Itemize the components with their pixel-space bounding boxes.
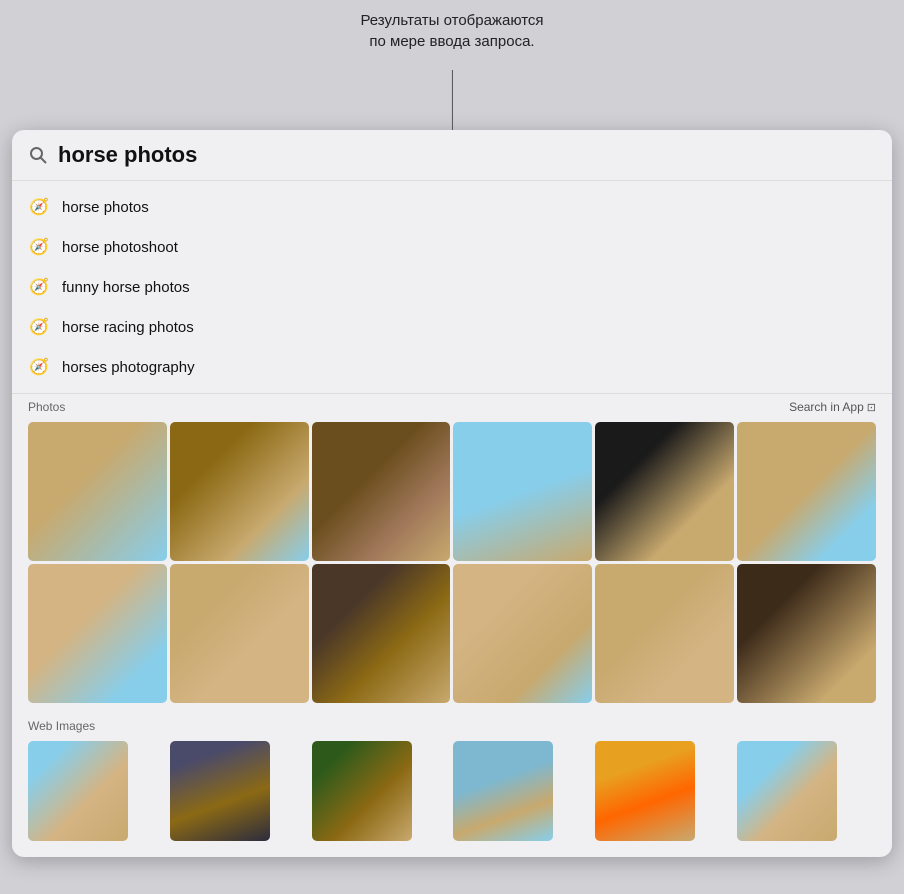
photo-thumb[interactable]	[170, 422, 309, 561]
photos-grid	[12, 418, 892, 713]
photo-thumb[interactable]	[595, 422, 734, 561]
suggestion-text: funny horse photos	[62, 279, 190, 296]
web-images-grid	[12, 737, 892, 857]
web-image-thumb[interactable]	[453, 741, 553, 841]
safari-icon: 🧭	[28, 236, 50, 258]
tooltip: Результаты отображаются по мере ввода за…	[360, 10, 543, 52]
suggestions-list: 🧭 horse photos 🧭 horse photoshoot 🧭 funn…	[12, 181, 892, 394]
web-image-thumb[interactable]	[737, 741, 837, 841]
safari-icon: 🧭	[28, 196, 50, 218]
photo-thumb[interactable]	[737, 422, 876, 561]
photo-thumb[interactable]	[312, 564, 451, 703]
search-icon	[28, 145, 48, 165]
suggestion-item[interactable]: 🧭 horse photos	[12, 187, 892, 227]
web-image-thumb[interactable]	[595, 741, 695, 841]
photo-thumb[interactable]	[737, 564, 876, 703]
safari-icon: 🧭	[28, 276, 50, 298]
tooltip-line1: Результаты отображаются	[360, 10, 543, 31]
suggestion-item[interactable]: 🧭 horse racing photos	[12, 307, 892, 347]
search-query[interactable]: horse photos	[58, 142, 876, 168]
web-images-section-header: Web Images	[12, 713, 892, 737]
tooltip-arrow	[452, 70, 453, 130]
suggestion-item[interactable]: 🧭 horses photography	[12, 347, 892, 387]
web-image-thumb[interactable]	[170, 741, 270, 841]
photo-thumb[interactable]	[453, 564, 592, 703]
safari-icon: 🧭	[28, 316, 50, 338]
search-in-app-button[interactable]: Search in App	[789, 400, 876, 414]
search-panel: horse photos 🧭 horse photos 🧭 horse phot…	[12, 130, 892, 857]
suggestion-text: horse photoshoot	[62, 239, 178, 256]
photos-section-title: Photos	[28, 400, 65, 414]
suggestion-text: horses photography	[62, 359, 195, 376]
photo-thumb[interactable]	[453, 422, 592, 561]
suggestion-text: horse racing photos	[62, 319, 194, 336]
safari-icon: 🧭	[28, 356, 50, 378]
tooltip-line2: по мере ввода запроса.	[360, 31, 543, 52]
web-image-thumb[interactable]	[312, 741, 412, 841]
photo-thumb[interactable]	[595, 564, 734, 703]
web-image-thumb[interactable]	[28, 741, 128, 841]
photos-section-header: Photos Search in App	[12, 394, 892, 418]
search-bar: horse photos	[12, 130, 892, 181]
photo-thumb[interactable]	[28, 422, 167, 561]
photo-thumb[interactable]	[312, 422, 451, 561]
photo-thumb[interactable]	[28, 564, 167, 703]
suggestion-item[interactable]: 🧭 funny horse photos	[12, 267, 892, 307]
suggestion-text: horse photos	[62, 199, 149, 216]
suggestion-item[interactable]: 🧭 horse photoshoot	[12, 227, 892, 267]
photo-thumb[interactable]	[170, 564, 309, 703]
web-images-section-title: Web Images	[28, 719, 95, 733]
